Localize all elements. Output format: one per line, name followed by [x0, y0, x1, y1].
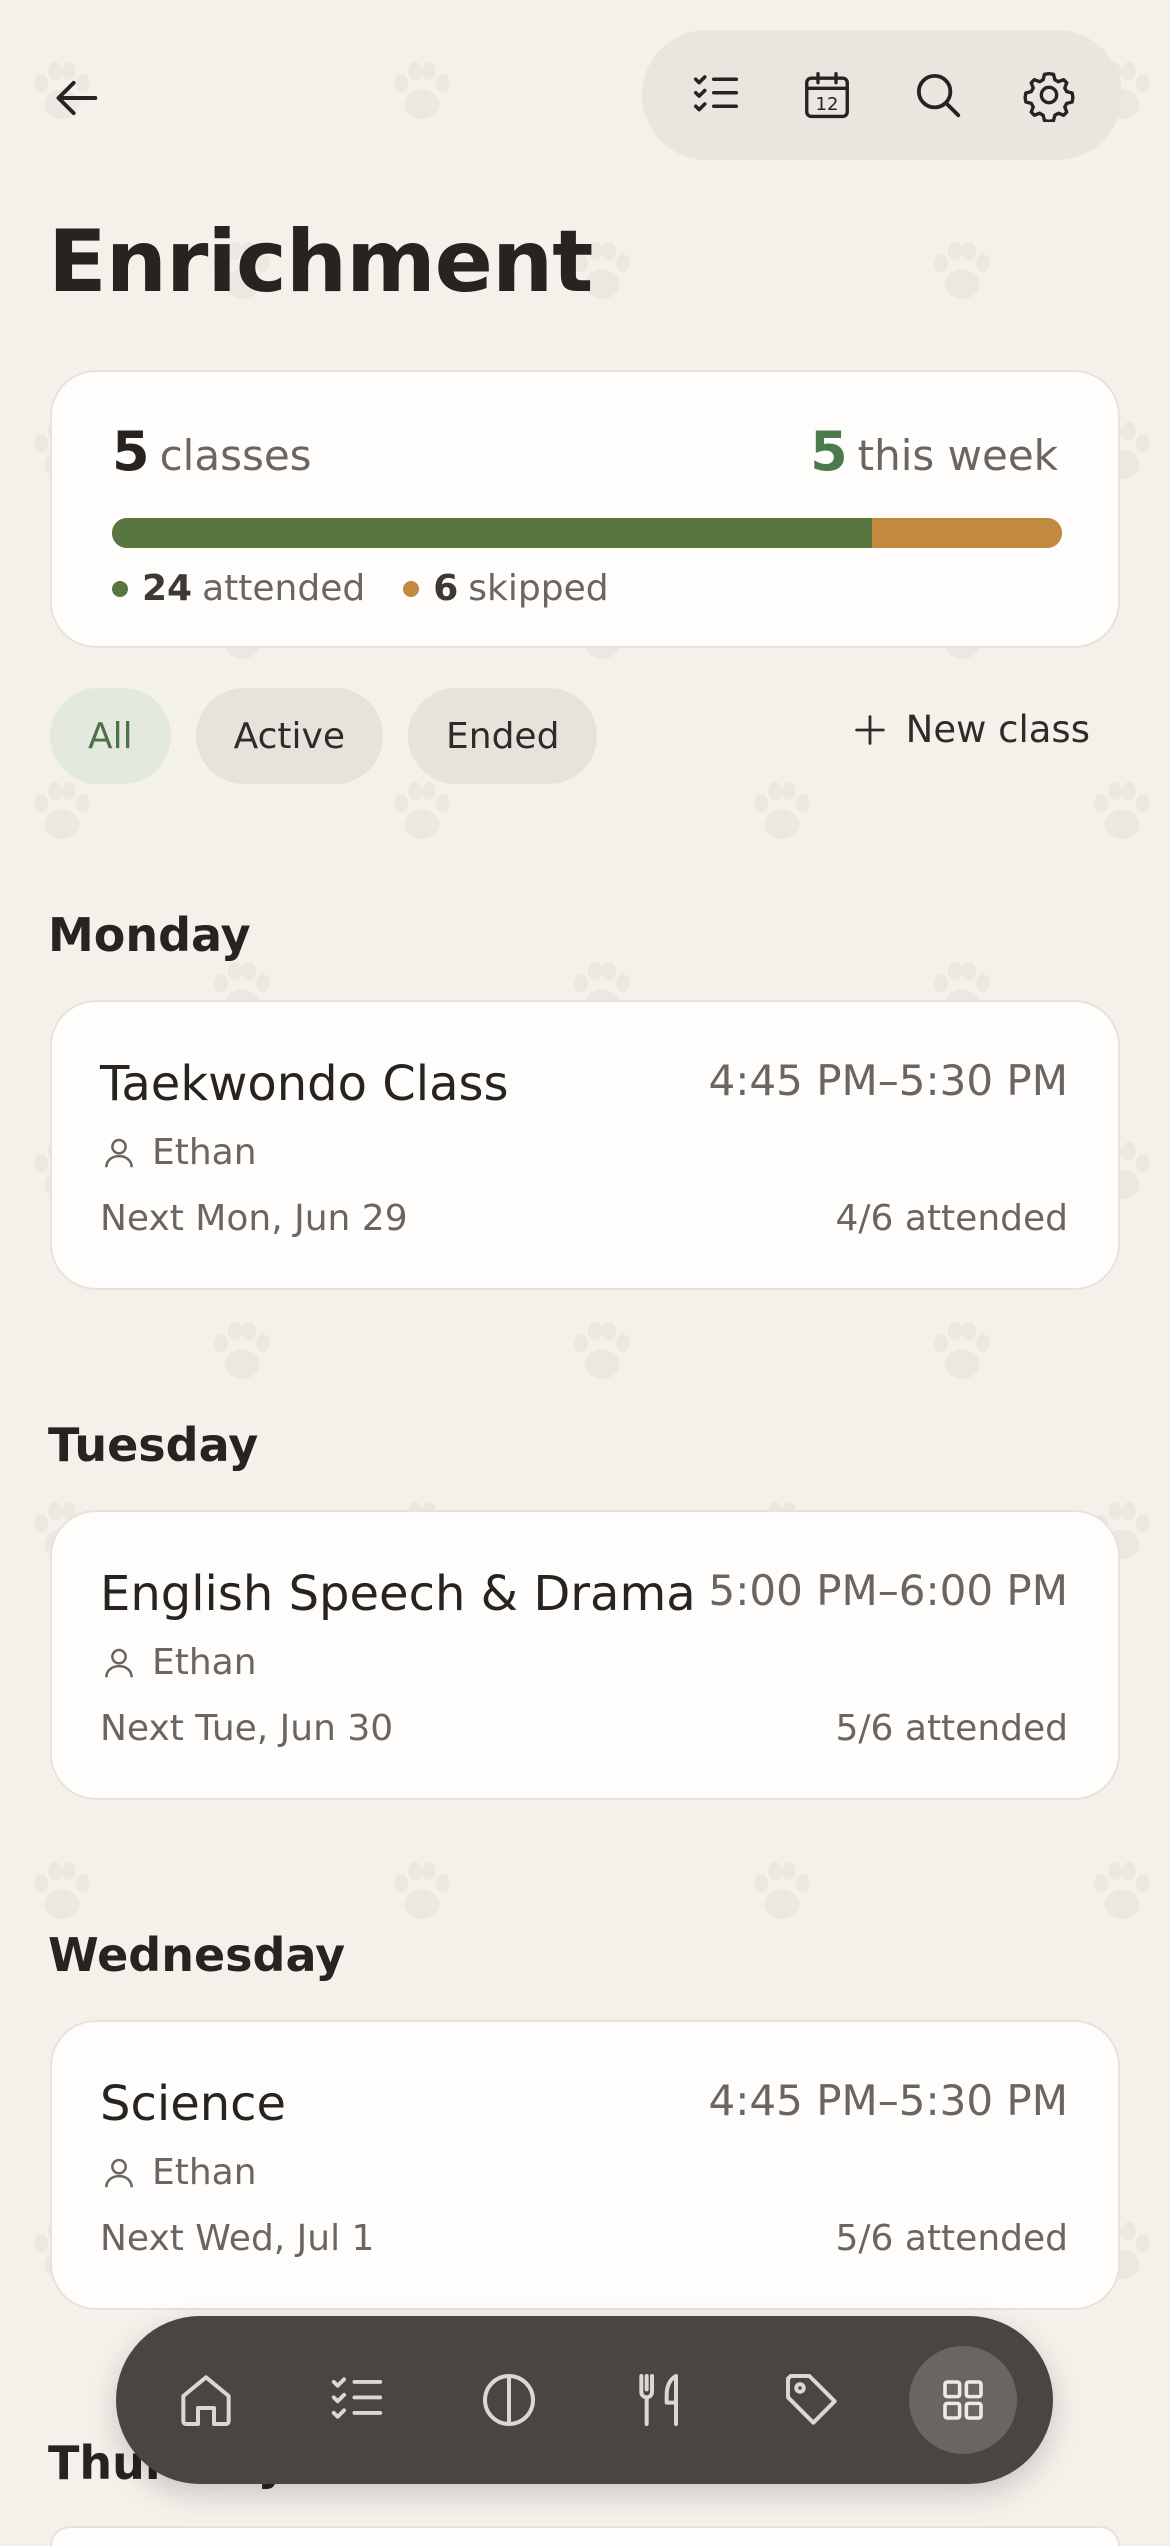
fork-knife-icon: [639, 2374, 679, 2426]
calendar-day-number: 12: [815, 94, 838, 115]
nav-tags[interactable]: [758, 2346, 866, 2454]
class-name: English Speech & Drama: [100, 1566, 696, 1622]
summary-card: 5 classes 5 this week 24 attended 6 skippe…: [50, 370, 1120, 648]
settings-button[interactable]: [1004, 50, 1094, 140]
header-toolbar: 12: [642, 30, 1122, 160]
paw-icon: [754, 1861, 810, 1919]
class-next-date: Next Tue, Jun 30: [100, 1708, 394, 1749]
grid-icon: [943, 2380, 983, 2420]
back-button[interactable]: [40, 60, 116, 136]
paw-icon: [754, 781, 810, 839]
class-card-thursday[interactable]: [50, 2526, 1120, 2546]
filter-chips: All Active Ended: [50, 688, 622, 784]
nav-home[interactable]: [152, 2346, 260, 2454]
class-person: Ethan: [100, 2152, 257, 2193]
skipped-dot: [403, 580, 420, 597]
class-person: Ethan: [100, 1642, 257, 1683]
paw-icon: [214, 1321, 270, 1379]
class-time: 4:45 PM–5:30 PM: [708, 2076, 1068, 2125]
attendance-progress-bar: [112, 518, 1062, 548]
skipped-fill: [872, 518, 1062, 548]
search-button[interactable]: [893, 50, 983, 140]
class-next-date: Next Mon, Jun 29: [100, 1198, 408, 1239]
arrow-left-icon: [56, 80, 98, 116]
filter-active[interactable]: Active: [195, 688, 383, 784]
nav-half-circle[interactable]: [455, 2346, 563, 2454]
person-icon: [105, 2158, 133, 2187]
class-attended: 4/6 attended: [835, 1198, 1069, 1239]
page-title: Enrichment: [48, 212, 593, 312]
plus-icon: [854, 714, 885, 745]
new-class-button[interactable]: New class: [850, 708, 1090, 751]
day-heading-wednesday: Wednesday: [48, 1928, 346, 1982]
search-icon: [916, 73, 960, 118]
class-next-date: Next Wed, Jul 1: [100, 2218, 375, 2259]
person-icon: [105, 1648, 133, 1677]
attended-fill: [112, 518, 872, 548]
nav-meals[interactable]: [606, 2346, 714, 2454]
half-circle-icon: [482, 2374, 535, 2426]
day-heading-tuesday: Tuesday: [48, 1418, 259, 1472]
paw-icon: [1094, 781, 1150, 839]
class-name: Taekwondo Class: [100, 1056, 509, 1112]
class-person: Ethan: [100, 1132, 257, 1173]
class-time: 4:45 PM–5:30 PM: [708, 1056, 1068, 1105]
class-card-taekwondo[interactable]: Taekwondo Class 4:45 PM–5:30 PM Ethan Ne…: [50, 1000, 1120, 1290]
person-icon: [105, 1138, 133, 1167]
paw-icon: [934, 1321, 990, 1379]
this-week-count: 5 this week: [810, 420, 1058, 483]
gear-icon: [1022, 71, 1075, 122]
home-icon: [181, 2375, 231, 2426]
day-heading-monday: Monday: [48, 908, 251, 962]
checklist-icon: [693, 75, 738, 112]
filter-ended[interactable]: Ended: [408, 688, 598, 784]
legend-attended: 24 attended: [112, 568, 365, 609]
paw-icon: [574, 1321, 630, 1379]
filter-all[interactable]: All: [50, 688, 171, 784]
attendance-legend: 24 attended 6 skipped: [112, 568, 647, 609]
class-card-english-speech-drama[interactable]: English Speech & Drama 5:00 PM–6:00 PM E…: [50, 1510, 1120, 1800]
class-name: Science: [100, 2076, 287, 2132]
calendar-icon: 12: [804, 71, 849, 119]
classes-count: 5 classes: [112, 420, 312, 483]
paw-icon: [1094, 1861, 1150, 1919]
nav-more[interactable]: [908, 2346, 1017, 2454]
paw-icon: [394, 1861, 450, 1919]
calendar-button[interactable]: 12: [782, 50, 872, 140]
paw-icon: [394, 61, 450, 119]
paw-icon: [934, 241, 990, 299]
legend-skipped: 6 skipped: [403, 568, 609, 609]
class-attended: 5/6 attended: [835, 2218, 1069, 2259]
checklist-icon: [332, 2377, 383, 2419]
class-card-science[interactable]: Science 4:45 PM–5:30 PM Ethan Next Wed, …: [50, 2020, 1120, 2310]
class-attended: 5/6 attended: [835, 1708, 1069, 1749]
paw-icon: [34, 1861, 90, 1919]
checklist-button[interactable]: [671, 50, 761, 140]
class-time: 5:00 PM–6:00 PM: [708, 1566, 1068, 1615]
bottom-navigation: [116, 2316, 1053, 2484]
nav-checklist[interactable]: [303, 2346, 411, 2454]
attended-dot: [112, 580, 128, 597]
tag-icon: [785, 2374, 837, 2425]
